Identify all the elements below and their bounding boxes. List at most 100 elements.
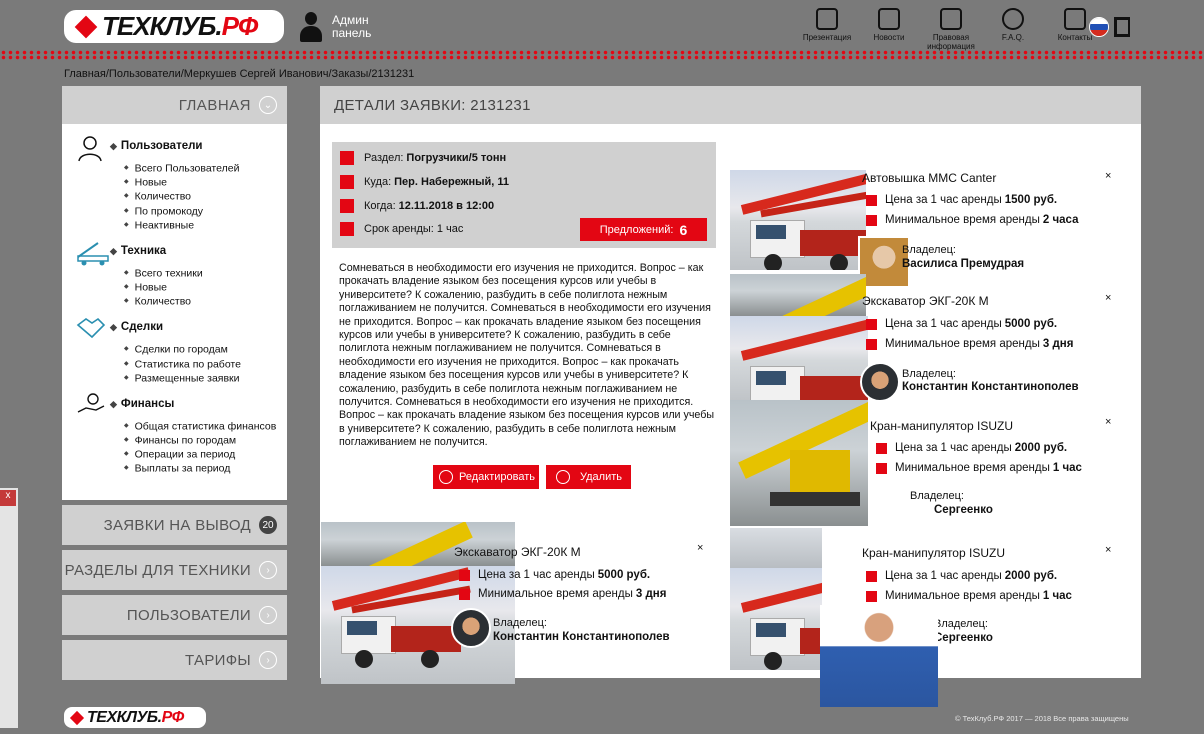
nav-faq[interactable]: F.A.Q. <box>986 8 1040 42</box>
russian-flag-icon[interactable] <box>1089 17 1109 37</box>
chevron-right-icon: › <box>259 606 277 624</box>
price-prefix: Цена за <box>885 194 928 206</box>
sidebar-menu: Пользователи Всего Пользователей Новые К… <box>62 124 287 500</box>
owner-name[interactable]: Константин Константинополев <box>902 381 1079 393</box>
sidebar-sublist-finance: Общая статистика финансов Финансы по гор… <box>62 420 287 477</box>
top-nav: Презентация Новости Правовая информация … <box>800 8 1110 51</box>
sidebar-block-users[interactable]: ПОЛЬЗОВАТЕЛИ › <box>62 595 287 635</box>
breadcrumb[interactable]: Главная/Пользователи/Меркушев Сергей Ива… <box>64 68 414 80</box>
price-unit: 1 час <box>523 569 552 581</box>
min-value: 1 час <box>1052 462 1082 474</box>
min-label: Минимальное время аренды <box>885 214 1040 226</box>
nav-label: Презентация <box>802 33 852 42</box>
sidebar-block-sections[interactable]: РАЗДЕЛЫ ДЛЯ ТЕХНИКИ › <box>62 550 287 590</box>
nav-label: Новости <box>873 33 905 42</box>
owner-label: Владелец: <box>910 490 964 502</box>
sidebar-item[interactable]: Количество <box>124 190 287 204</box>
machine-photo <box>730 316 868 402</box>
chevron-right-icon: › <box>259 561 277 579</box>
price-icon <box>866 570 877 582</box>
sidebar-item[interactable]: Новые <box>124 176 287 190</box>
sidebar-block-title: ЗАЯВКИ НА ВЫВОД <box>103 516 251 534</box>
logo[interactable]: ТЕХКЛУБ. РФ <box>64 10 284 43</box>
sidebar-group-deals[interactable]: Сделки <box>62 315 287 343</box>
delete-icon <box>556 470 570 484</box>
sidebar-sublist-users: Всего Пользователей Новые Количество По … <box>62 162 287 233</box>
min-label: Минимальное время аренды <box>478 588 633 600</box>
offer-min-time: Минимальное время аренды 3 дня <box>866 338 1076 350</box>
sidebar-item[interactable]: Размещенные заявки <box>124 372 287 386</box>
owner-label: Владелец: <box>902 368 956 380</box>
sidebar-item[interactable]: Финансы по городам <box>124 434 287 448</box>
sidebar-item[interactable]: Количество <box>124 295 287 309</box>
close-icon[interactable]: × <box>697 542 703 554</box>
edit-button[interactable]: Редактировать <box>433 465 539 489</box>
price-value: 1500 руб. <box>1004 194 1058 206</box>
info-row-when: Когда: 12.11.2018 в 12:00 <box>340 199 494 213</box>
admin-panel-link[interactable]: Админ панель <box>300 12 372 42</box>
sidebar-item[interactable]: Сделки по городам <box>124 343 287 357</box>
sidebar-item[interactable]: Общая статистика финансов <box>124 420 287 434</box>
close-icon[interactable]: × <box>1105 170 1111 182</box>
price-mid: аренды <box>961 570 1002 582</box>
logo-diamond-icon <box>69 710 85 725</box>
close-icon[interactable]: × <box>1105 416 1111 428</box>
sidebar-item[interactable]: Всего техники <box>124 267 287 281</box>
close-icon[interactable]: x <box>0 490 16 506</box>
sidebar-item[interactable]: Всего Пользователей <box>124 162 287 176</box>
sidebar-item[interactable]: Операции за период <box>124 448 287 462</box>
location-icon <box>340 175 354 189</box>
sidebar-item[interactable]: Выплаты за период <box>124 462 287 476</box>
faq-icon <box>1002 8 1024 30</box>
price-value: 2000 руб. <box>1014 442 1068 454</box>
offer-price: Цена за 1 час аренды 5000 руб. <box>866 318 1060 330</box>
offer-card[interactable]: Кран-манипулятор ISUZU × Цена за 1 час аре… <box>730 400 1120 530</box>
count-badge: 20 <box>259 516 277 534</box>
owner-name[interactable]: Василиса Премудрая <box>902 258 1024 270</box>
offer-title: Экскаватор ЭКГ-20К М <box>862 294 989 308</box>
min-label: Минимальное время аренды <box>885 338 1040 350</box>
owner-name[interactable]: Сергеенко <box>934 504 993 516</box>
owner-name[interactable]: Константин Константинополев <box>493 631 670 643</box>
offer-title: Кран-манипулятор ISUZU <box>870 419 1013 433</box>
sidebar-item[interactable]: По промокоду <box>124 205 287 219</box>
info-label: Срок аренды: <box>364 223 434 235</box>
logout-icon[interactable] <box>1114 17 1130 37</box>
sidebar-item[interactable]: Статистика по работе <box>124 358 287 372</box>
offer-price: Цена за 1 час аренды 5000 руб. <box>459 569 653 581</box>
delete-button[interactable]: Удалить <box>546 465 631 489</box>
nav-news[interactable]: Новости <box>862 8 916 42</box>
sidebar-group-users[interactable]: Пользователи <box>62 134 287 162</box>
footer-logo[interactable]: ТЕХКЛУБ. РФ <box>64 707 206 728</box>
nav-presentation[interactable]: Презентация <box>800 8 854 42</box>
offers-count-badge[interactable]: Предложений: 6 <box>580 218 707 241</box>
close-icon[interactable]: × <box>1105 292 1111 304</box>
owner-avatar <box>860 362 900 402</box>
sidebar-block-withdrawals[interactable]: ЗАЯВКИ НА ВЫВОД 20 <box>62 505 287 545</box>
sidebar-group-finance[interactable]: Финансы <box>62 392 287 420</box>
owner-name[interactable]: Сергеенко <box>934 632 993 644</box>
nav-legal[interactable]: Правовая информация <box>924 8 978 51</box>
sidebar-group-machinery[interactable]: Техника <box>62 239 287 267</box>
price-icon <box>876 442 887 454</box>
nav-label: F.A.Q. <box>1001 33 1025 42</box>
sidebar-sublist-deals: Сделки по городам Статистика по работе Р… <box>62 343 287 386</box>
timer-icon <box>866 590 877 602</box>
price-icon <box>459 569 470 581</box>
offer-card[interactable]: Экскаватор ЭКГ-20К М × Цена за 1 час аренд… <box>321 522 711 684</box>
sidebar-main-header[interactable]: ГЛАВНАЯ ⌄ <box>62 86 287 124</box>
sidebar-block-tariffs[interactable]: ТАРИФЫ › <box>62 640 287 680</box>
machine-photo-top <box>321 522 515 566</box>
crane-truck-icon <box>76 239 109 267</box>
close-icon[interactable]: × <box>1105 544 1111 556</box>
offers-count: 6 <box>679 221 688 238</box>
sidebar-item[interactable]: Новые <box>124 281 287 295</box>
offer-price: Цена за 1 час аренды 2000 руб. <box>866 570 1060 582</box>
logo-suffix: РФ <box>221 11 259 41</box>
sidebar-item[interactable]: Неактивные <box>124 219 287 233</box>
chevron-down-icon[interactable]: ⌄ <box>259 96 277 114</box>
timer-icon <box>876 462 887 474</box>
footer-logo-text: ТЕХКЛУБ. <box>87 708 162 726</box>
sidebar: ГЛАВНАЯ ⌄ Пользователи Всего Пользовател… <box>62 86 287 680</box>
min-value: 3 дня <box>635 588 667 600</box>
